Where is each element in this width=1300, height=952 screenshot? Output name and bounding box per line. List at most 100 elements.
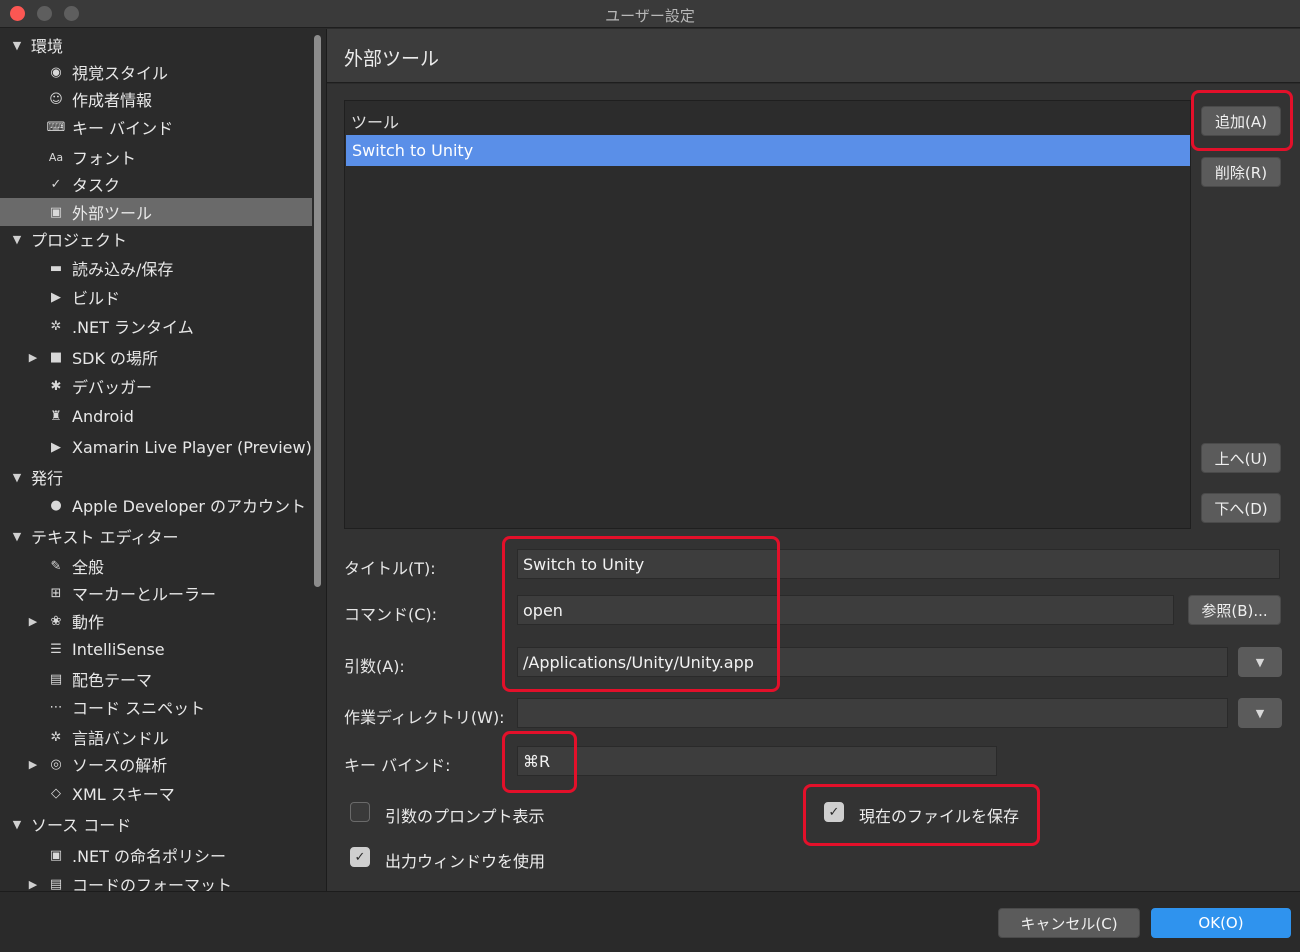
working-directory-dropdown-button[interactable]: ▼ (1238, 698, 1282, 728)
tools-list-header: ツール (351, 113, 400, 132)
xml-icon: ◇ (51, 785, 61, 801)
keyboard-icon: ⌨ (46, 119, 66, 135)
move-up-button[interactable]: 上へ(U) (1201, 443, 1281, 473)
sidebar-item-visual-style[interactable]: ◉ 視覚スタイル (0, 58, 312, 86)
command-field[interactable]: open (517, 595, 1174, 625)
prompt-arguments-label: 引数のプロンプト表示 (385, 807, 545, 826)
sidebar-item-language-bundles[interactable]: ✲ 言語バンドル (0, 723, 312, 751)
window-title-bar: ユーザー設定 (0, 0, 1300, 28)
sidebar-item-build[interactable]: ▶ ビルド (0, 283, 312, 311)
sidebar-item-key-bindings[interactable]: ⌨ キー バインド (0, 113, 312, 141)
disclosure-down-icon[interactable]: ▼ (10, 530, 24, 543)
smiley-icon: ☺ (49, 91, 63, 107)
format-icon: ▤ (49, 876, 63, 892)
sidebar-section-projects[interactable]: ▼ プロジェクト (0, 225, 312, 253)
disclosure-right-icon[interactable]: ▶ (26, 351, 40, 364)
sidebar-item-code-snippets[interactable]: ⋯ コード スニペット (0, 693, 312, 721)
build-icon: ▶ (51, 289, 61, 305)
disclosure-right-icon[interactable]: ▶ (26, 758, 40, 771)
disclosure-down-icon[interactable]: ▼ (10, 39, 24, 52)
sidebar-item-code-formatting[interactable]: ▶ ▤ コードのフォーマット (0, 870, 312, 891)
disclosure-right-icon[interactable]: ▶ (26, 615, 40, 628)
add-tool-button[interactable]: 追加(A) (1201, 106, 1281, 136)
prompt-arguments-checkbox[interactable] (350, 802, 370, 822)
terminal-icon: ▣ (49, 204, 63, 220)
command-label: コマンド(C): (344, 605, 438, 624)
page-title: 外部ツール (344, 48, 440, 70)
move-down-button[interactable]: 下へ(D) (1201, 493, 1281, 523)
sidebar-item-debugger[interactable]: ✱ デバッガー (0, 372, 312, 400)
sidebar-item-naming-policies[interactable]: ▣ .NET の命名ポリシー (0, 841, 312, 869)
font-icon: Aa (48, 150, 64, 164)
drive-icon: ▬ (49, 260, 63, 276)
chevron-down-icon: ▼ (1255, 655, 1265, 669)
sidebar-item-intellisense[interactable]: ☰ IntelliSense (0, 635, 312, 663)
sidebar-item-tasks[interactable]: ✓ タスク (0, 170, 312, 198)
working-directory-label: 作業ディレクトリ(W): (344, 708, 505, 727)
sidebar-item-load-save[interactable]: ▬ 読み込み/保存 (0, 254, 312, 282)
key-binding-label: キー バインド: (344, 756, 451, 775)
disclosure-down-icon[interactable]: ▼ (10, 818, 24, 831)
checkmark-icon: ✓ (354, 849, 366, 865)
sidebar-section-text-editor[interactable]: ▼ テキスト エディター (0, 522, 312, 550)
brain-icon: ❀ (50, 613, 62, 629)
bug-icon: ✱ (50, 378, 62, 394)
tools-list[interactable]: ツール Switch to Unity (344, 100, 1191, 529)
remove-tool-button[interactable]: 削除(R) (1201, 157, 1281, 187)
sidebar-item-dotnet-runtime[interactable]: ✲ .NET ランタイム (0, 312, 312, 340)
sidebar-item-source-analysis[interactable]: ▶ ◎ ソースの解析 (0, 750, 312, 778)
dialog-footer: キャンセル(C) OK(O) (0, 891, 1300, 952)
sidebar-item-fonts[interactable]: Aa フォント (0, 143, 312, 171)
list-icon: ☰ (50, 641, 62, 657)
gear-icon: ✲ (50, 729, 62, 745)
sidebar-item-behavior[interactable]: ▶ ❀ 動作 (0, 607, 312, 635)
apple-icon: ● (50, 497, 62, 513)
key-binding-field[interactable]: ⌘R (517, 746, 997, 776)
folder-icon: ■ (49, 349, 63, 365)
settings-sidebar: ▼ 環境 ◉ 視覚スタイル ☺ 作成者情報 ⌨ キー バインド Aa フォント … (0, 29, 326, 891)
window-title: ユーザー設定 (605, 7, 695, 25)
panel-header: 外部ツール (327, 29, 1300, 83)
cancel-button[interactable]: キャンセル(C) (998, 908, 1140, 938)
sidebar-item-android[interactable]: ♜ Android (0, 402, 312, 430)
arguments-field[interactable]: /Applications/Unity/Unity.app (517, 647, 1228, 677)
sidebar-item-xamarin-live-player[interactable]: ▶ Xamarin Live Player (Preview) (0, 433, 312, 461)
checkmark-icon: ✓ (50, 176, 62, 192)
sidebar-item-sdk-locations[interactable]: ▶ ■ SDK の場所 (0, 343, 312, 371)
disclosure-right-icon[interactable]: ▶ (26, 878, 40, 891)
sidebar-section-environment[interactable]: ▼ 環境 (0, 31, 312, 59)
eye-icon: ◉ (50, 64, 62, 80)
grid-icon: ⊞ (50, 585, 62, 601)
sidebar-section-publishing[interactable]: ▼ 発行 (0, 463, 312, 491)
android-icon: ♜ (50, 408, 62, 424)
browse-button[interactable]: 参照(B)... (1188, 595, 1281, 625)
sidebar-section-source-code[interactable]: ▼ ソース コード (0, 810, 312, 838)
sidebar-item-color-theme[interactable]: ▤ 配色テーマ (0, 665, 312, 693)
sidebar-item-author-info[interactable]: ☺ 作成者情報 (0, 85, 312, 113)
sidebar-item-apple-developer-accounts[interactable]: ● Apple Developer のアカウント (0, 491, 312, 519)
play-icon: ▶ (51, 439, 61, 455)
sidebar-item-external-tools[interactable]: ▣ 外部ツール (0, 198, 312, 226)
pencil-icon: ✎ (50, 558, 62, 574)
working-directory-field[interactable] (517, 698, 1228, 728)
use-output-window-checkbox[interactable]: ✓ (350, 847, 370, 867)
title-label: タイトル(T): (344, 559, 436, 578)
arguments-dropdown-button[interactable]: ▼ (1238, 647, 1282, 677)
target-icon: ◎ (50, 756, 62, 772)
use-output-window-label: 出力ウィンドウを使用 (385, 852, 546, 871)
sidebar-item-markers-rulers[interactable]: ⊞ マーカーとルーラー (0, 579, 312, 607)
sidebar-scrollbar[interactable] (314, 35, 321, 587)
palette-icon: ▤ (49, 671, 63, 687)
title-field[interactable]: Switch to Unity (517, 549, 1280, 579)
disclosure-down-icon[interactable]: ▼ (10, 233, 24, 246)
save-current-file-checkbox[interactable]: ✓ (824, 802, 844, 822)
list-item[interactable]: Switch to Unity (346, 135, 1190, 166)
naming-icon: ▣ (49, 847, 63, 863)
ok-button[interactable]: OK(O) (1151, 908, 1291, 938)
sidebar-item-general[interactable]: ✎ 全般 (0, 552, 312, 580)
checkmark-icon: ✓ (828, 804, 840, 820)
disclosure-down-icon[interactable]: ▼ (10, 471, 24, 484)
arguments-label: 引数(A): (344, 657, 405, 676)
sidebar-item-xml-schemas[interactable]: ◇ XML スキーマ (0, 779, 312, 807)
snippet-icon: ⋯ (49, 699, 63, 715)
